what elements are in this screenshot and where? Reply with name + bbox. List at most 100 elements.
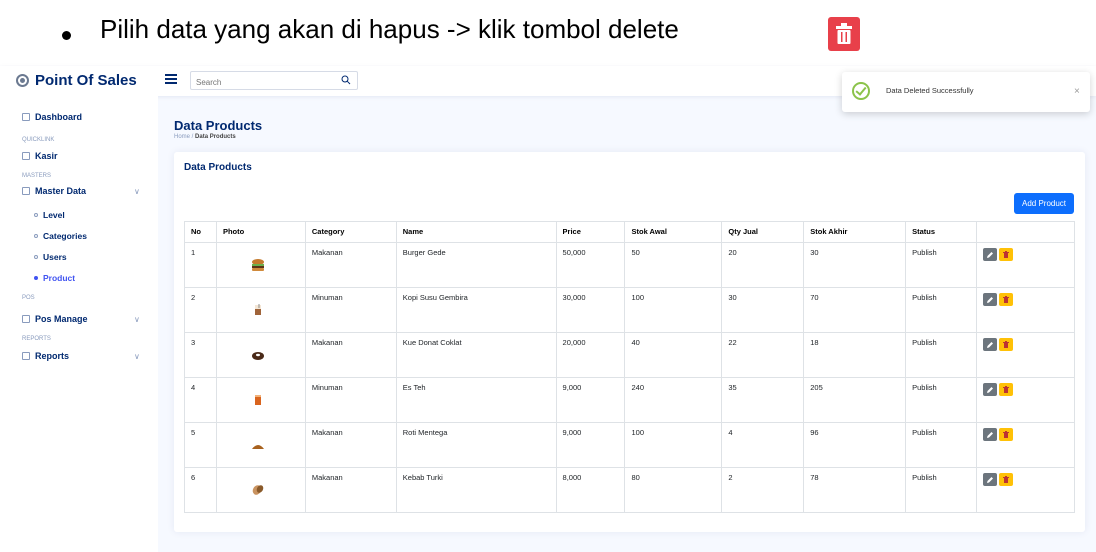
pencil-icon [987, 296, 994, 303]
chevron-down-icon[interactable]: ∨ [134, 187, 140, 196]
chevron-down-icon[interactable]: ∨ [134, 315, 140, 324]
column-header [976, 221, 1075, 243]
menu-toggle-icon[interactable] [165, 74, 177, 84]
cell-qty-jual: 35 [721, 377, 805, 423]
trash-icon [1003, 386, 1010, 393]
cell-stok-akhir: 70 [803, 287, 907, 333]
column-header: Qty Jual [721, 221, 805, 243]
bread-icon [251, 445, 264, 449]
cell-name: Roti Mentega [395, 422, 557, 468]
delete-button[interactable] [999, 293, 1014, 306]
cell-photo [215, 287, 306, 333]
pencil-icon [987, 476, 994, 483]
breadcrumb-home[interactable]: Home [174, 134, 190, 140]
sidebar-item-product[interactable]: Product [34, 273, 75, 283]
cell-stok-akhir: 18 [803, 332, 907, 378]
delete-button[interactable] [999, 383, 1014, 396]
delete-button[interactable] [999, 248, 1014, 261]
pencil-icon [987, 431, 994, 438]
cell-status: Publish [905, 422, 978, 468]
table-row: 3 Makanan Kue Donat Coklat 20,000 40 22 … [184, 332, 1075, 378]
add-product-button[interactable]: Add Product [1014, 193, 1074, 214]
edit-button[interactable] [983, 248, 998, 261]
delete-button[interactable] [999, 428, 1014, 441]
search-input[interactable] [191, 74, 331, 91]
cell-qty-jual: 20 [721, 242, 805, 288]
cell-name: Kue Donat Coklat [395, 332, 557, 378]
cell-actions [976, 287, 1075, 333]
instruction-text: Pilih data yang akan di hapus -> klik to… [100, 14, 679, 44]
products-table: No Photo Category Name Price Stok Awal Q… [184, 221, 1075, 513]
cell-category: Makanan [304, 242, 397, 288]
check-circle-icon [852, 82, 870, 100]
delete-button[interactable] [999, 338, 1014, 351]
cell-photo [215, 467, 306, 513]
iced-tea-icon [254, 395, 261, 405]
cell-actions [976, 467, 1075, 513]
cell-stok-awal: 100 [624, 422, 723, 468]
pencil-icon [987, 341, 994, 348]
brand[interactable]: Point Of Sales [16, 72, 137, 89]
edit-button[interactable] [983, 338, 998, 351]
cell-no: 2 [184, 287, 217, 333]
success-toast: Data Deleted Successfully × [842, 72, 1090, 112]
sidebar-item-users[interactable]: Users [34, 252, 67, 262]
cell-name: Es Teh [395, 377, 557, 423]
cell-qty-jual: 4 [721, 422, 805, 468]
cell-status: Publish [905, 332, 978, 378]
cell-qty-jual: 22 [721, 332, 805, 378]
sidebar-item-reports[interactable]: Reports [22, 351, 69, 361]
sidebar-item-dashboard[interactable]: Dashboard [22, 112, 82, 122]
cell-status: Publish [905, 287, 978, 333]
cell-status: Publish [905, 467, 978, 513]
pencil-icon [987, 386, 994, 393]
grid-icon [22, 113, 30, 121]
cell-name: Burger Gede [395, 242, 557, 288]
edit-button[interactable] [983, 428, 998, 441]
cell-photo [215, 422, 306, 468]
edit-button[interactable] [983, 473, 998, 486]
search-icon[interactable] [341, 75, 351, 85]
pencil-icon [987, 251, 994, 258]
cell-qty-jual: 30 [721, 287, 805, 333]
delete-badge [828, 17, 860, 51]
cell-actions [976, 332, 1075, 378]
cell-category: Minuman [304, 377, 397, 423]
nav-heading-quicklink: QUICKLINK [22, 137, 55, 143]
chevron-down-icon[interactable]: ∨ [134, 352, 140, 361]
column-header: Stok Awal [624, 221, 723, 243]
cell-qty-jual: 2 [721, 467, 805, 513]
cell-category: Makanan [304, 332, 397, 378]
sidebar-item-master-data[interactable]: Master Data [22, 186, 86, 196]
cell-photo [215, 332, 306, 378]
cell-price: 9,000 [555, 422, 626, 468]
delete-button[interactable] [999, 473, 1014, 486]
trash-icon [1003, 476, 1010, 483]
search-box [190, 71, 358, 91]
edit-button[interactable] [983, 383, 998, 396]
bullet-icon [34, 255, 38, 259]
trash-icon [836, 23, 852, 44]
sidebar-item-pos-manage[interactable]: Pos Manage [22, 314, 88, 324]
cell-stok-akhir: 205 [803, 377, 907, 423]
trash-icon [1003, 251, 1010, 258]
sidebar-item-kasir[interactable]: Kasir [22, 151, 58, 161]
cell-no: 3 [184, 332, 217, 378]
kebab-icon [252, 485, 264, 495]
cell-status: Publish [905, 377, 978, 423]
column-header: No [184, 221, 217, 243]
edit-button[interactable] [983, 293, 998, 306]
table-header-row: No Photo Category Name Price Stok Awal Q… [184, 221, 1075, 243]
sidebar-item-categories[interactable]: Categories [34, 231, 87, 241]
breadcrumb: Home / Data Products [174, 134, 262, 140]
cell-stok-akhir: 30 [803, 242, 907, 288]
cell-no: 6 [184, 467, 217, 513]
close-icon[interactable]: × [1074, 86, 1080, 97]
trash-icon [1003, 431, 1010, 438]
cell-price: 30,000 [555, 287, 626, 333]
grid-icon [22, 187, 30, 195]
column-header: Stok Akhir [803, 221, 907, 243]
cell-name: Kopi Susu Gembira [395, 287, 557, 333]
sidebar-item-level[interactable]: Level [34, 210, 65, 220]
toast-message: Data Deleted Successfully [886, 86, 974, 95]
